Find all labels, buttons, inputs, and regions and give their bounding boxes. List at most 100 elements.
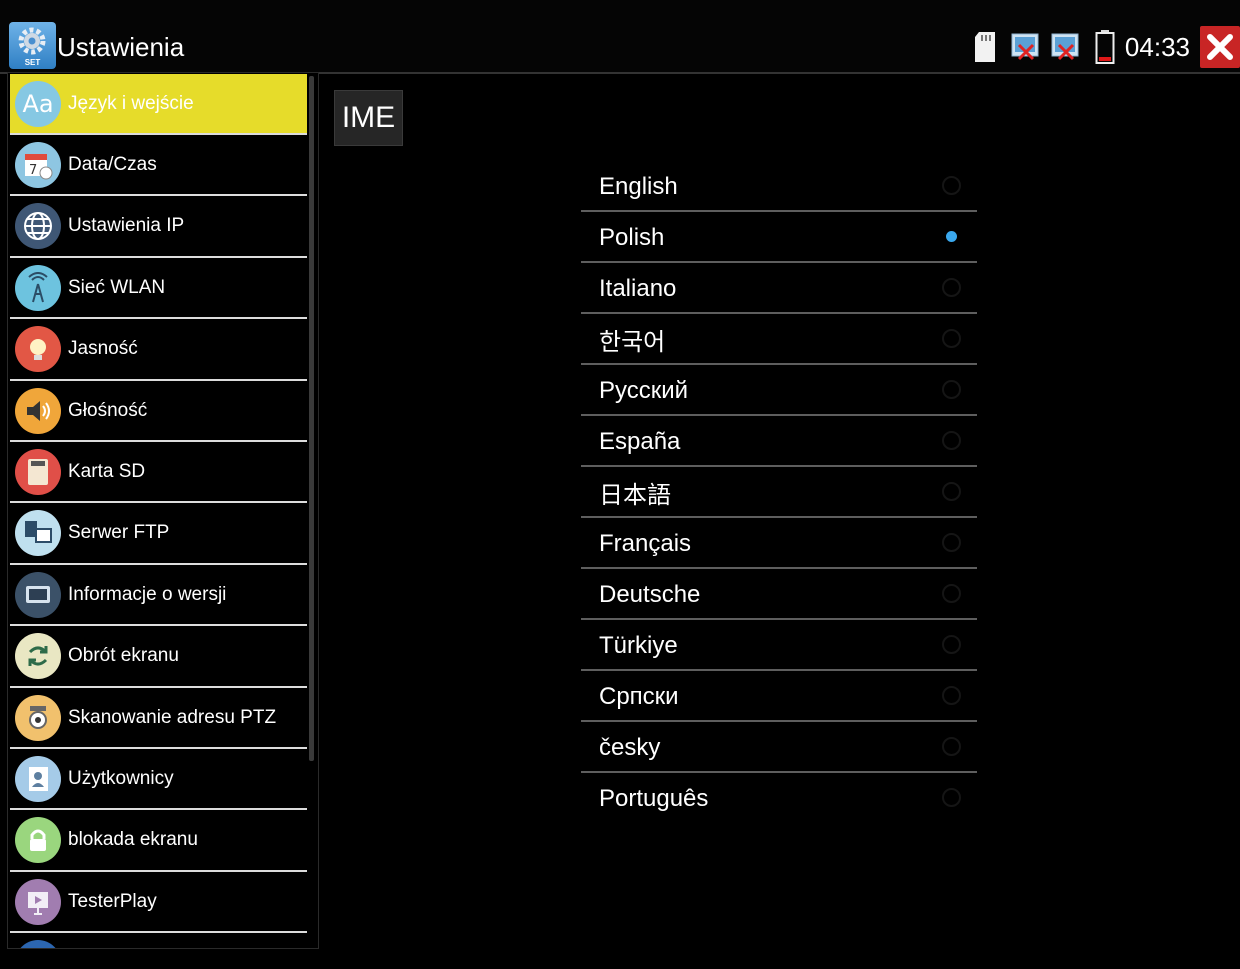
radio-unselected-icon[interactable] bbox=[942, 584, 961, 603]
language-option[interactable]: Français bbox=[581, 518, 977, 569]
sidebar-item[interactable]: 7 Data/Czas bbox=[10, 135, 307, 197]
sd-card-status-icon bbox=[973, 31, 997, 63]
sidebar-item-label: blokada ekranu bbox=[68, 829, 198, 851]
settings-sidebar[interactable]: Aa Język i wejście 7 Data/Czas Ustawienia IP… bbox=[7, 72, 319, 949]
sidebar-item-label: Obrót ekranu bbox=[68, 645, 179, 667]
close-button[interactable] bbox=[1200, 26, 1240, 68]
sidebar-item[interactable]: Skanowanie adresu PTZ bbox=[10, 688, 307, 749]
speaker-icon bbox=[15, 387, 61, 434]
calendar-clock-icon: 7 bbox=[15, 141, 61, 188]
language-name: Português bbox=[599, 784, 709, 812]
sidebar-item[interactable]: Obrót ekranu bbox=[10, 627, 307, 688]
sidebar-item-label: Data/Czas bbox=[68, 153, 157, 175]
sidebar-item[interactable]: Ustawienia IP bbox=[10, 197, 307, 258]
language-option[interactable]: Српски bbox=[581, 671, 977, 722]
sidebar-item[interactable]: Sieć WLAN bbox=[10, 258, 307, 320]
sidebar-item-label: Jasność bbox=[68, 338, 138, 360]
language-option[interactable]: 日本語 bbox=[581, 467, 977, 518]
svg-text:7: 7 bbox=[29, 163, 37, 178]
sidebar-item-label: Informacje o wersji bbox=[68, 583, 227, 605]
sidebar-item[interactable]: Aa Język i wejście bbox=[10, 74, 307, 135]
sidebar-item[interactable]: blokada ekranu bbox=[10, 811, 307, 872]
radio-unselected-icon[interactable] bbox=[942, 533, 961, 552]
radio-selected-icon[interactable] bbox=[942, 227, 961, 246]
app-title: Ustawienia bbox=[57, 32, 185, 62]
sidebar-scrollbar[interactable] bbox=[309, 76, 314, 761]
sidebar-item-partial[interactable] bbox=[10, 934, 307, 948]
language-option[interactable]: Русский bbox=[581, 365, 977, 416]
language-option[interactable]: česky bbox=[581, 722, 977, 773]
title-bar: SET Ustawienia 04:33 bbox=[0, 0, 1240, 72]
language-option[interactable]: Polish bbox=[581, 212, 977, 263]
status-bar: 04:33 bbox=[963, 24, 1240, 70]
wlan-antenna-icon bbox=[15, 264, 61, 311]
radio-unselected-icon[interactable] bbox=[942, 176, 961, 195]
radio-unselected-icon[interactable] bbox=[942, 686, 961, 705]
language-list: English Polish Italiano 한국어 Русский España 日本語… bbox=[581, 161, 977, 824]
language-name: Српски bbox=[599, 682, 679, 710]
ime-header: IME bbox=[334, 90, 403, 146]
language-name: Türkiye bbox=[599, 631, 678, 659]
language-name: España bbox=[599, 427, 681, 455]
radio-unselected-icon[interactable] bbox=[942, 635, 961, 654]
language-option[interactable]: 한국어 bbox=[581, 314, 977, 365]
sidebar-item[interactable]: Głośność bbox=[10, 381, 307, 442]
sidebar-item[interactable]: Karta SD bbox=[10, 442, 307, 504]
language-option[interactable]: España bbox=[581, 416, 977, 467]
lock-icon bbox=[15, 817, 61, 864]
language-option[interactable]: English bbox=[581, 161, 977, 212]
language-name: English bbox=[599, 172, 678, 200]
sidebar-item-label: Karta SD bbox=[68, 460, 146, 482]
sidebar-item-label: Skanowanie adresu PTZ bbox=[68, 706, 277, 728]
settings-app-icon: SET bbox=[9, 22, 56, 69]
language-name: Deutsche bbox=[599, 580, 701, 608]
sidebar-item-label: Użytkownicy bbox=[68, 767, 174, 789]
sidebar-item-label: Głośność bbox=[68, 399, 148, 421]
partial-icon bbox=[15, 940, 61, 948]
ftp-server-icon bbox=[15, 510, 61, 557]
globe-icon bbox=[15, 203, 61, 250]
close-icon bbox=[1207, 34, 1233, 60]
battery-low-icon bbox=[1095, 29, 1115, 65]
app-icon-label: SET bbox=[24, 58, 41, 67]
sidebar-item[interactable]: Informacje o wersji bbox=[10, 565, 307, 627]
ptz-camera-icon bbox=[15, 694, 61, 741]
sidebar-item-label: Sieć WLAN bbox=[68, 276, 166, 298]
language-option[interactable]: Português bbox=[581, 773, 977, 824]
bulb-icon bbox=[15, 326, 61, 373]
monitor-icon bbox=[15, 571, 61, 618]
sidebar-item[interactable]: Serwer FTP bbox=[10, 504, 307, 565]
rotate-icon bbox=[15, 633, 61, 680]
radio-unselected-icon[interactable] bbox=[942, 788, 961, 807]
language-name: Русский bbox=[599, 376, 689, 404]
sidebar-item-label: Język i wejście bbox=[68, 92, 194, 114]
text-aa-icon: Aa bbox=[15, 80, 61, 127]
language-name: česky bbox=[599, 733, 661, 761]
radio-unselected-icon[interactable] bbox=[942, 737, 961, 756]
sd-card-icon bbox=[15, 448, 61, 495]
play-screen-icon bbox=[15, 878, 61, 925]
radio-unselected-icon[interactable] bbox=[942, 380, 961, 399]
clock: 04:33 bbox=[1124, 31, 1190, 62]
network-disconnected-icon bbox=[1011, 32, 1041, 62]
wifi-disconnected-icon bbox=[1051, 32, 1081, 62]
language-name: Italiano bbox=[599, 274, 677, 302]
gear-icon bbox=[18, 27, 46, 55]
language-name: 日本語 bbox=[599, 482, 671, 509]
sidebar-item[interactable]: Użytkownicy bbox=[10, 749, 307, 811]
radio-unselected-icon[interactable] bbox=[942, 329, 961, 348]
language-name: 한국어 bbox=[599, 329, 666, 356]
radio-unselected-icon[interactable] bbox=[942, 482, 961, 501]
radio-unselected-icon[interactable] bbox=[942, 278, 961, 297]
sidebar-item-label: Serwer FTP bbox=[68, 522, 170, 544]
language-option[interactable]: Deutsche bbox=[581, 569, 977, 620]
sidebar-item[interactable]: TesterPlay bbox=[10, 872, 307, 934]
language-option[interactable]: Türkiye bbox=[581, 620, 977, 671]
sidebar-item-label: TesterPlay bbox=[68, 890, 157, 912]
language-name: Français bbox=[599, 529, 692, 557]
contacts-icon bbox=[15, 755, 61, 802]
radio-unselected-icon[interactable] bbox=[942, 431, 961, 450]
language-option[interactable]: Italiano bbox=[581, 263, 977, 314]
sidebar-item-label: Ustawienia IP bbox=[68, 215, 185, 237]
sidebar-item[interactable]: Jasność bbox=[10, 320, 307, 381]
